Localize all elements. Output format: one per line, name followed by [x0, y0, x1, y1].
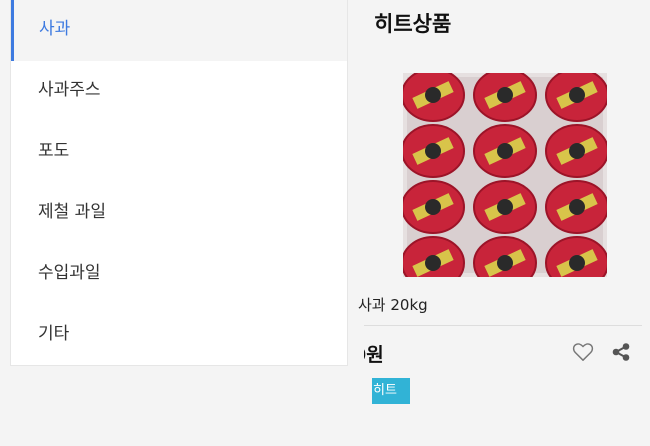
apple-box-photo [403, 73, 607, 277]
apple-sticker [425, 199, 441, 215]
apple-sticker [569, 87, 585, 103]
apple-sticker [425, 87, 441, 103]
sidebar-item-seasonal-fruit[interactable]: 제철 과일 [10, 183, 347, 244]
category-sidebar: 사과 사과주스 포도 제철 과일 수입과일 기타 [10, 0, 348, 366]
apple-sticker [497, 87, 513, 103]
sidebar-item-grape[interactable]: 포도 [10, 122, 347, 183]
sidebar-item-label: 사과 [39, 19, 71, 39]
apple-sticker [425, 143, 441, 159]
sidebar-item-label: 포도 [38, 141, 70, 161]
apple-sticker [569, 143, 585, 159]
sidebar-item-imported-fruit[interactable]: 수입과일 [10, 244, 347, 305]
sidebar-item-label: 수입과일 [38, 263, 101, 283]
sidebar-item-apple-juice[interactable]: 사과주스 [10, 61, 347, 122]
hit-badge: 히트 [372, 378, 410, 404]
sidebar-item-label: 기타 [38, 324, 70, 344]
sidebar-item-label: 사과주스 [38, 80, 101, 100]
apple-sticker [497, 143, 513, 159]
apple-sticker [569, 199, 585, 215]
product-name[interactable]: 사과 20kg [352, 294, 642, 315]
divider [364, 325, 642, 326]
product-image[interactable] [403, 73, 607, 277]
product-price: 0원 [364, 344, 384, 366]
sidebar-item-label: 제철 과일 [38, 202, 106, 222]
sidebar-item-etc[interactable]: 기타 [10, 305, 347, 366]
apple-sticker [497, 255, 513, 271]
panel-title: 히트상품 [374, 12, 452, 36]
heart-outline-icon[interactable] [572, 342, 594, 362]
apple-sticker [425, 255, 441, 271]
apple-sticker [569, 255, 585, 271]
sidebar-item-apple[interactable]: 사과 [11, 0, 347, 61]
share-icon[interactable] [611, 342, 631, 362]
apple-sticker [497, 199, 513, 215]
